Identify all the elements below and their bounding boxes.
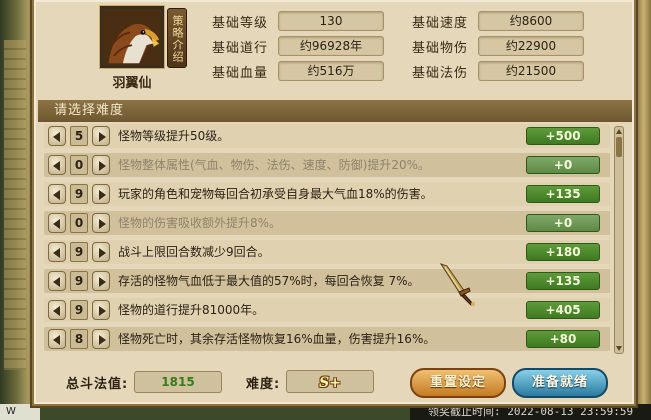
difficulty-rank-label: 难度: <box>246 377 281 392</box>
arrow-right-icon <box>99 219 106 229</box>
base-dao-label: 基础道行 <box>212 41 269 56</box>
arrow-right-icon <box>99 335 106 345</box>
increase-level-button[interactable] <box>92 213 110 233</box>
monster-name: 羽翼仙 <box>112 76 152 91</box>
reset-settings-button[interactable]: 重置设定 <box>410 368 506 398</box>
difficulty-level-value: 0 <box>70 213 88 233</box>
score-bonus-badge: +135 <box>526 272 600 290</box>
difficulty-description: 怪物死亡时，其余存活怪物恢复16%血量，伤害提升16%。 <box>118 332 436 346</box>
decrease-level-button[interactable] <box>48 155 66 175</box>
increase-level-button[interactable] <box>92 271 110 291</box>
difficulty-description: 怪物的伤害吸收额外提升8%。 <box>118 216 282 230</box>
base-magic-label: 基础法伤 <box>412 66 469 81</box>
difficulty-level-value: 9 <box>70 300 88 320</box>
arrow-right-icon <box>99 248 106 258</box>
reward-deadline-text: 领奖截止时间: 2022-08-13 23:59:59 <box>410 404 651 420</box>
difficulty-row: 8 怪物死亡时，其余存活怪物恢复16%血量，伤害提升16%。 +80 <box>44 327 610 351</box>
arrow-left-icon <box>53 277 60 287</box>
decrease-level-button[interactable] <box>48 242 66 262</box>
base-magic-value: 约21500 <box>478 61 584 81</box>
increase-level-button[interactable] <box>92 126 110 146</box>
total-score-label: 总斗法值: <box>66 377 129 392</box>
arrow-left-icon <box>53 219 60 229</box>
score-bonus-badge: +135 <box>526 185 600 203</box>
increase-level-button[interactable] <box>92 329 110 349</box>
difficulty-header: 请选择难度 <box>38 100 632 122</box>
difficulty-description: 怪物的道行提升81000年。 <box>118 303 265 317</box>
difficulty-description: 存活的怪物气血低于最大值的57%时，每回合恢复 7%。 <box>118 274 420 288</box>
decrease-level-button[interactable] <box>48 213 66 233</box>
difficulty-level-value: 9 <box>70 242 88 262</box>
arrow-left-icon <box>53 335 60 345</box>
decrease-level-button[interactable] <box>48 184 66 204</box>
base-speed-value: 约8600 <box>478 11 584 31</box>
arrow-left-icon <box>53 132 60 142</box>
scene-bottom-left-text: W <box>0 404 40 420</box>
decrease-level-button[interactable] <box>48 329 66 349</box>
base-level-value: 130 <box>278 11 384 31</box>
difficulty-level-value: 8 <box>70 329 88 349</box>
difficulty-description: 玩家的角色和宠物每回合初承受自身最大气血18%的伤害。 <box>118 187 433 201</box>
arrow-right-icon <box>99 190 106 200</box>
score-bonus-badge: +500 <box>526 127 600 145</box>
difficulty-rank-box: S+ <box>286 370 374 393</box>
difficulty-row: 9 玩家的角色和宠物每回合初承受自身最大气血18%的伤害。 +135 <box>44 182 610 206</box>
arrow-right-icon <box>99 277 106 287</box>
arrow-left-icon <box>53 248 60 258</box>
difficulty-row: 9 战斗上限回合数减少9回合。 +180 <box>44 240 610 264</box>
arrow-left-icon <box>53 190 60 200</box>
increase-level-button[interactable] <box>92 300 110 320</box>
difficulty-level-value: 5 <box>70 126 88 146</box>
rank-badge: S+ <box>319 375 341 391</box>
difficulty-description: 战斗上限回合数减少9回合。 <box>118 245 270 259</box>
arrow-left-icon <box>53 161 60 171</box>
increase-level-button[interactable] <box>92 184 110 204</box>
increase-level-button[interactable] <box>92 155 110 175</box>
total-score-value: 1815 <box>134 371 222 393</box>
difficulty-row: 9 存活的怪物气血低于最大值的57%时，每回合恢复 7%。 +135 <box>44 269 610 293</box>
base-speed-label: 基础速度 <box>412 16 469 31</box>
difficulty-level-value: 9 <box>70 271 88 291</box>
difficulty-list: 5 怪物等级提升50级。 +500 0 怪物整体属性(气血、物伤、法伤、速度、防御)提升… <box>44 124 618 356</box>
decrease-level-button[interactable] <box>48 300 66 320</box>
base-dao-value: 约96928年 <box>278 36 384 56</box>
sword-cursor-icon <box>439 263 475 306</box>
increase-level-button[interactable] <box>92 242 110 262</box>
scroll-up-arrow-icon[interactable] <box>616 129 622 134</box>
base-phys-label: 基础物伤 <box>412 41 469 56</box>
arrow-left-icon <box>53 306 60 316</box>
difficulty-row: 5 怪物等级提升50级。 +500 <box>44 124 610 148</box>
difficulty-level-value: 9 <box>70 184 88 204</box>
difficulty-panel: 羽翼仙 策略介绍 基础等级 130 基础道行 约96928年 基础血量 约516… <box>32 0 636 406</box>
scroll-thumb[interactable] <box>616 137 622 157</box>
arrow-right-icon <box>99 161 106 171</box>
arrow-right-icon <box>99 306 106 316</box>
decrease-level-button[interactable] <box>48 126 66 146</box>
decrease-level-button[interactable] <box>48 271 66 291</box>
eagle-portrait-icon <box>103 9 161 65</box>
difficulty-level-value: 0 <box>70 155 88 175</box>
monster-portrait <box>100 6 164 68</box>
difficulty-row: 0 怪物整体属性(气血、物伤、法伤、速度、防御)提升20%。 +0 <box>44 153 610 177</box>
score-bonus-badge: +180 <box>526 243 600 261</box>
base-phys-value: 约22900 <box>478 36 584 56</box>
score-bonus-badge: +0 <box>526 156 600 174</box>
base-level-label: 基础等级 <box>212 16 269 31</box>
base-hp-label: 基础血量 <box>212 66 269 81</box>
scroll-down-arrow-icon[interactable] <box>616 346 622 351</box>
difficulty-description: 怪物整体属性(气血、物伤、法伤、速度、防御)提升20%。 <box>118 158 431 172</box>
score-bonus-badge: +80 <box>526 330 600 348</box>
difficulty-row: 9 怪物的道行提升81000年。 +405 <box>44 298 610 322</box>
ready-button[interactable]: 准备就绪 <box>512 368 608 398</box>
strategy-intro-button[interactable]: 策略介绍 <box>167 8 187 68</box>
difficulty-description: 怪物等级提升50级。 <box>118 129 230 143</box>
difficulty-row: 0 怪物的伤害吸收额外提升8%。 +0 <box>44 211 610 235</box>
score-bonus-badge: +405 <box>526 301 600 319</box>
score-bonus-badge: +0 <box>526 214 600 232</box>
arrow-right-icon <box>99 132 106 142</box>
difficulty-scrollbar[interactable] <box>614 126 624 354</box>
base-hp-value: 约516万 <box>278 61 384 81</box>
